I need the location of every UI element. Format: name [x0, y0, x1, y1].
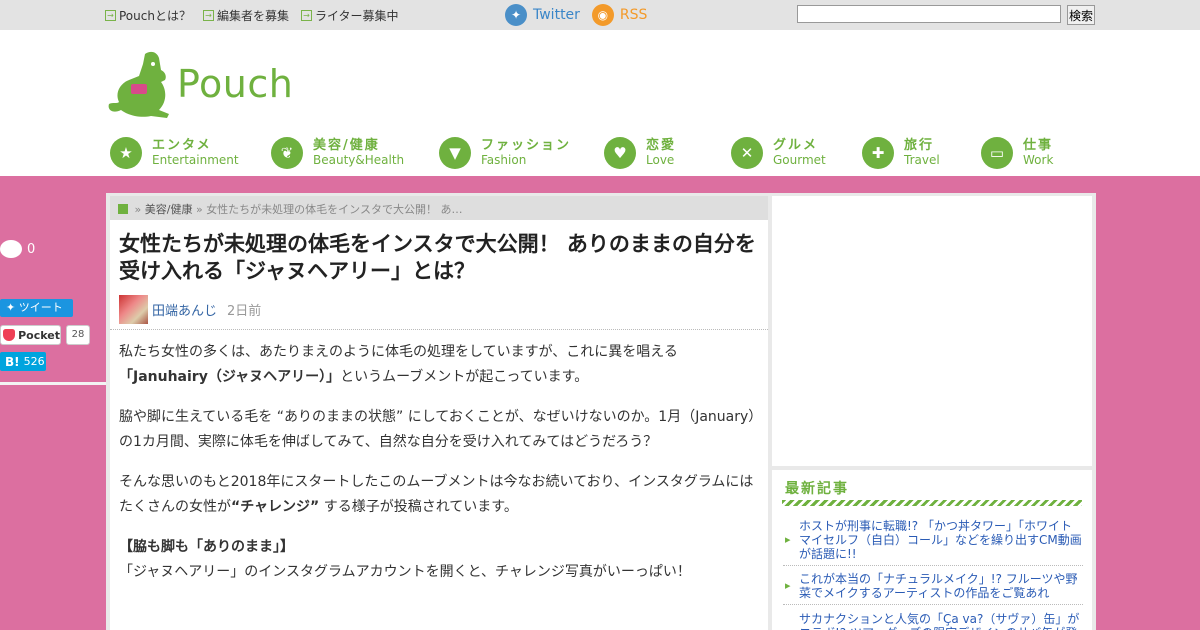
arrow-icon: → [202, 10, 214, 21]
nav-label-jp: 恋愛 [646, 138, 677, 153]
breadcrumb-separator: » [134, 203, 142, 216]
search-button[interactable]: 検索 [1067, 5, 1095, 25]
nav-gourmet[interactable]: ✕ グルメ Gourmet [731, 134, 826, 172]
social-links: ✦ Twitter ◉ RSS [505, 4, 647, 26]
top-link-about[interactable]: → Pouchとは？ [105, 7, 191, 24]
paragraph-1-text-end: というムーブメントが起こっています。 [340, 369, 589, 385]
leaf-icon: ❦ [271, 137, 303, 169]
paragraph-3-strong: “チャレンジ” [231, 499, 320, 515]
nav-label-en: Work [1023, 153, 1054, 167]
search-form: 検索 [797, 5, 1095, 25]
pocket-icon [3, 329, 16, 341]
top-link-about-label: Pouchとは？ [119, 9, 191, 23]
article-meta: 田端あんじ 2日前 [119, 295, 261, 324]
nav-entertainment[interactable]: ★ エンタメ Entertainment [110, 134, 239, 172]
shirt-icon: ▼ [439, 137, 471, 169]
post-time: 2日前 [227, 304, 262, 319]
arrow-icon: → [300, 10, 312, 21]
pocket-count: 28 [66, 325, 90, 345]
nav-label-en: Beauty&Health [313, 153, 405, 167]
paragraph-3-text-end: する様子が投稿されています。 [323, 499, 518, 515]
twitter-link[interactable]: Twitter [533, 7, 580, 23]
star-icon: ★ [110, 137, 142, 169]
compass-icon: ✚ [862, 137, 894, 169]
comment-bubble-icon [0, 240, 22, 258]
paragraph-1: 私たち女性の多くは、あたりまえのように体毛の処理をしていますが、これに異を唱える… [119, 340, 759, 390]
comment-count-label: 0 [27, 241, 36, 257]
fork-knife-icon: ✕ [731, 137, 763, 169]
breadcrumb-separator: » [195, 203, 203, 216]
author-name-link[interactable]: 田端あんじ [152, 300, 217, 319]
nav-label-en: Travel [904, 153, 940, 167]
hatena-count: 526 [23, 355, 45, 368]
top-link-writer[interactable]: → ライター募集中 [300, 7, 399, 24]
latest-article-link[interactable]: サカナクションと人気の「Ça va?（サヴァ）缶」がコラボ!? ツアーグッズの限… [783, 612, 1083, 630]
sidebar-title: 最新記事 [785, 481, 849, 497]
top-link-editor-label: 編集者を募集 [216, 9, 289, 23]
nav-label-jp: 美容/健康 [313, 138, 380, 153]
nav-label-en: Entertainment [152, 153, 239, 167]
nav-label-jp: グルメ [773, 138, 819, 153]
top-links: → Pouchとは？ → 編集者を募集 → ライター募集中 [105, 7, 399, 24]
meta-divider [110, 329, 768, 330]
heart-icon: ♥ [604, 137, 636, 169]
pocket-button[interactable]: Pocket [0, 325, 61, 345]
arrow-icon: → [105, 10, 116, 21]
nav-beauty-health[interactable]: ❦ 美容/健康 Beauty&Health [271, 134, 404, 172]
breadcrumb-category-link[interactable]: 美容/健康 [145, 203, 193, 216]
paragraph-4: 「ジャヌヘアリー」のインスタグラムアカウントを開くと、チャレンジ写真がいーっぱい… [119, 564, 691, 580]
sidebar-separator [783, 565, 1083, 566]
nav-work[interactable]: ▭ 仕事 Work [981, 134, 1053, 172]
pocket-label: Pocket [18, 328, 60, 342]
card-icon: ▭ [981, 137, 1013, 169]
sidebar-separator [783, 604, 1083, 605]
logo-text[interactable]: Pouch [177, 62, 293, 106]
twitter-icon[interactable]: ✦ [505, 4, 527, 26]
paragraph-1-strong: 「Januhairy（ジャヌヘアリー）」 [119, 369, 341, 385]
top-link-editor[interactable]: → 編集者を募集 [202, 7, 289, 24]
rss-link[interactable]: RSS [620, 7, 648, 23]
category-nav: ★ エンタメ Entertainment ❦ 美容/健康 Beauty&Health… [110, 134, 1070, 172]
section-heading: 【脇も脚も「ありのまま」】 [119, 539, 294, 555]
sidebar-title-stripe [782, 500, 1082, 506]
latest-article-link[interactable]: これが本当の「ナチュラルメイク」!? フルーツや野菜でメイクするアーティストの作… [783, 572, 1083, 600]
paragraph-2: 脇や脚に生えている毛を “ありのままの状態” にしておくことが、なぜいけないのか… [119, 409, 756, 450]
top-link-writer-label: ライター募集中 [314, 9, 399, 23]
nav-label-jp: 旅行 [904, 138, 935, 153]
hatena-icon: B! [5, 354, 20, 369]
ad-area [772, 196, 1092, 466]
article-title: 女性たちが未処理の体毛をインスタで大公開！ ありのままの自分を受け入れる「ジャヌ… [119, 232, 756, 283]
rss-icon[interactable]: ◉ [591, 4, 614, 26]
breadcrumb-current: 女性たちが未処理の体毛をインスタで大公開！ あ… [206, 203, 463, 216]
paragraph-1-text: 私たち女性の多くは、あたりまえのように体毛の処理をしていますが、これに異を唱える [119, 344, 678, 360]
article-body: 私たち女性の多くは、あたりまえのように体毛の処理をしていますが、これに異を唱える… [119, 340, 759, 600]
nav-label-en: Love [646, 153, 675, 167]
paragraph-3: そんな思いのもと2018年にスタートしたこのムーブメントは今なお続いており、イン… [119, 470, 759, 520]
nav-label-en: Gourmet [773, 153, 826, 167]
nav-travel[interactable]: ✚ 旅行 Travel [862, 134, 940, 172]
nav-label-jp: ファッション [481, 138, 572, 153]
tweet-label: ツイート [18, 301, 63, 314]
nav-fashion[interactable]: ▼ ファッション Fashion [439, 134, 571, 172]
nav-label-en: Fashion [481, 153, 527, 167]
comment-count[interactable]: 0 [0, 240, 35, 258]
breadcrumb: » 美容/健康 » 女性たちが未処理の体毛をインスタで大公開！ あ… [110, 196, 768, 220]
nav-love[interactable]: ♥ 恋愛 Love [604, 134, 676, 172]
nav-label-jp: 仕事 [1023, 138, 1054, 153]
tweet-button[interactable]: ✦ ツイート [0, 299, 73, 317]
nav-label-jp: エンタメ [152, 138, 212, 153]
author-avatar[interactable] [119, 295, 148, 324]
hatena-bookmark-button[interactable]: B! 526 [0, 352, 46, 371]
latest-article-link[interactable]: ホストが刑事に転職!? 「かつ丼タワー」「ホワイトマイセルフ（自白）コール」など… [783, 519, 1083, 561]
share-divider [0, 382, 110, 385]
search-input[interactable] [797, 5, 1061, 23]
home-icon[interactable] [118, 204, 128, 214]
